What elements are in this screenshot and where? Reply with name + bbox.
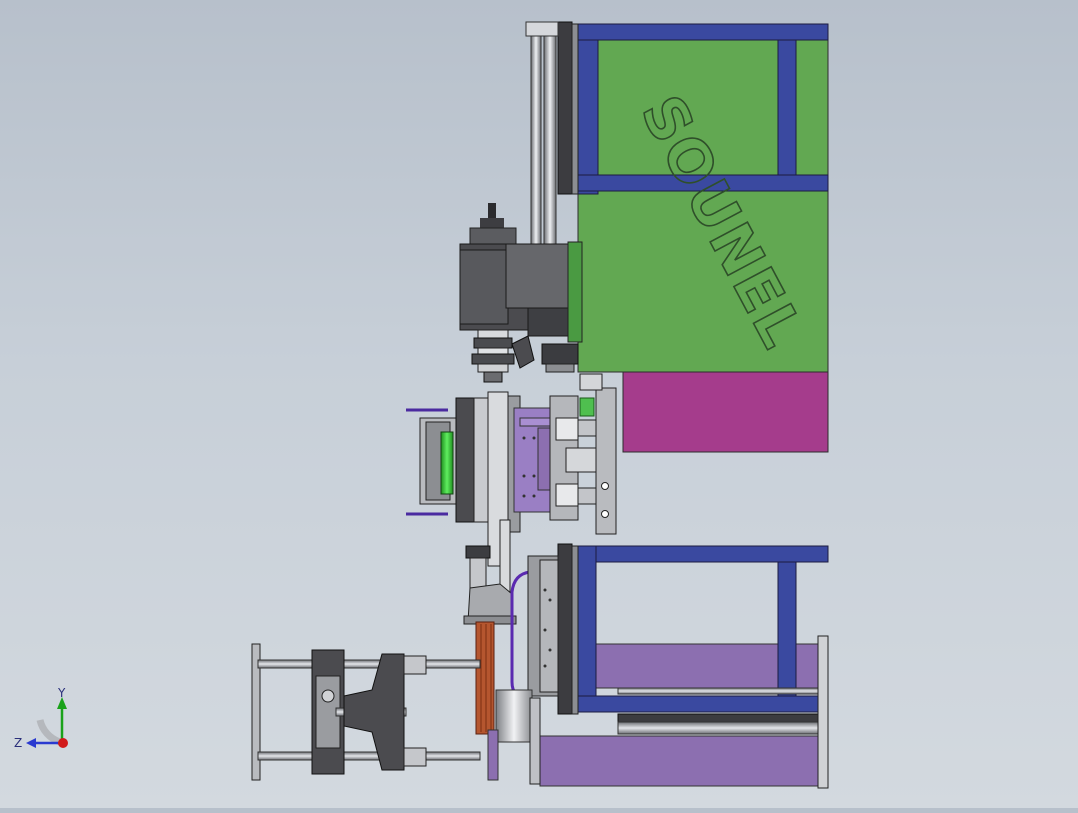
cad-viewport[interactable]: SOUNEL xyxy=(0,0,1078,808)
z-axis-arrowhead xyxy=(26,738,36,748)
cad-model-drawing[interactable]: SOUNEL xyxy=(0,0,1078,808)
y-axis-label: Y xyxy=(57,686,66,700)
x-axis-dot xyxy=(58,738,68,748)
orientation-triad[interactable]: Y Z xyxy=(10,685,80,755)
z-axis-label: Z xyxy=(14,736,22,750)
motor-head xyxy=(459,203,583,383)
gripper-assembly xyxy=(406,373,617,567)
cylinder-assembly xyxy=(251,643,481,781)
lower-frame xyxy=(487,543,829,789)
vertical-guide-rods xyxy=(525,21,559,247)
